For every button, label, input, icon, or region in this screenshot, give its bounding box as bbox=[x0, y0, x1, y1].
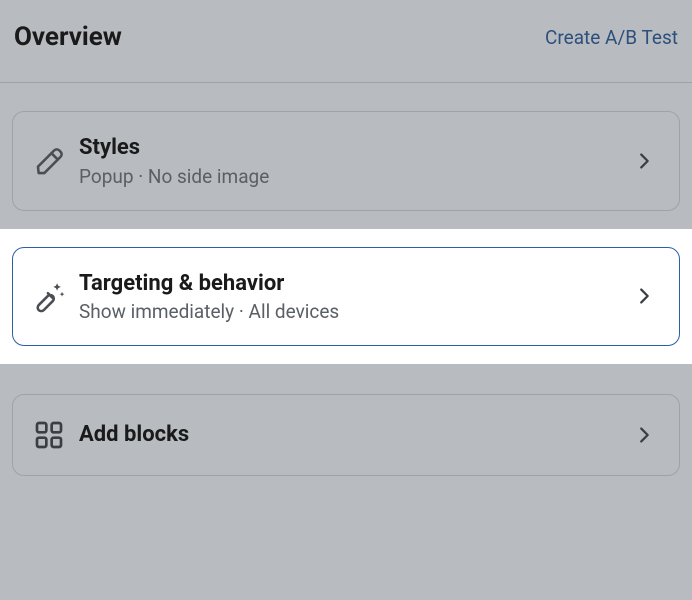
styles-title: Styles bbox=[79, 134, 629, 163]
targeting-card-body: Targeting & behavior Show immediately · … bbox=[79, 270, 629, 324]
pencil-icon bbox=[33, 144, 79, 178]
create-ab-test-link[interactable]: Create A/B Test bbox=[545, 26, 678, 49]
targeting-card[interactable]: Targeting & behavior Show immediately · … bbox=[12, 247, 680, 347]
chevron-right-icon bbox=[629, 150, 659, 172]
chevron-right-icon bbox=[629, 424, 659, 446]
targeting-title: Targeting & behavior bbox=[79, 270, 629, 299]
targeting-card-wrapper: Targeting & behavior Show immediately · … bbox=[0, 229, 692, 365]
add-blocks-card-body: Add blocks bbox=[79, 421, 629, 450]
blocks-icon bbox=[33, 419, 79, 451]
header: Overview Create A/B Test bbox=[0, 0, 692, 83]
add-blocks-card-wrapper: Add blocks bbox=[0, 372, 692, 486]
styles-card-wrapper: Styles Popup · No side image bbox=[0, 83, 692, 221]
content-area: Styles Popup · No side image Targe bbox=[0, 83, 692, 486]
targeting-subtitle: Show immediately · All devices bbox=[79, 300, 629, 323]
styles-card-body: Styles Popup · No side image bbox=[79, 134, 629, 188]
styles-card[interactable]: Styles Popup · No side image bbox=[12, 111, 680, 211]
magic-wand-icon bbox=[33, 279, 79, 313]
styles-subtitle: Popup · No side image bbox=[79, 165, 629, 188]
chevron-right-icon bbox=[629, 285, 659, 307]
page-title: Overview bbox=[14, 22, 122, 52]
add-blocks-title: Add blocks bbox=[79, 421, 629, 450]
add-blocks-card[interactable]: Add blocks bbox=[12, 394, 680, 476]
